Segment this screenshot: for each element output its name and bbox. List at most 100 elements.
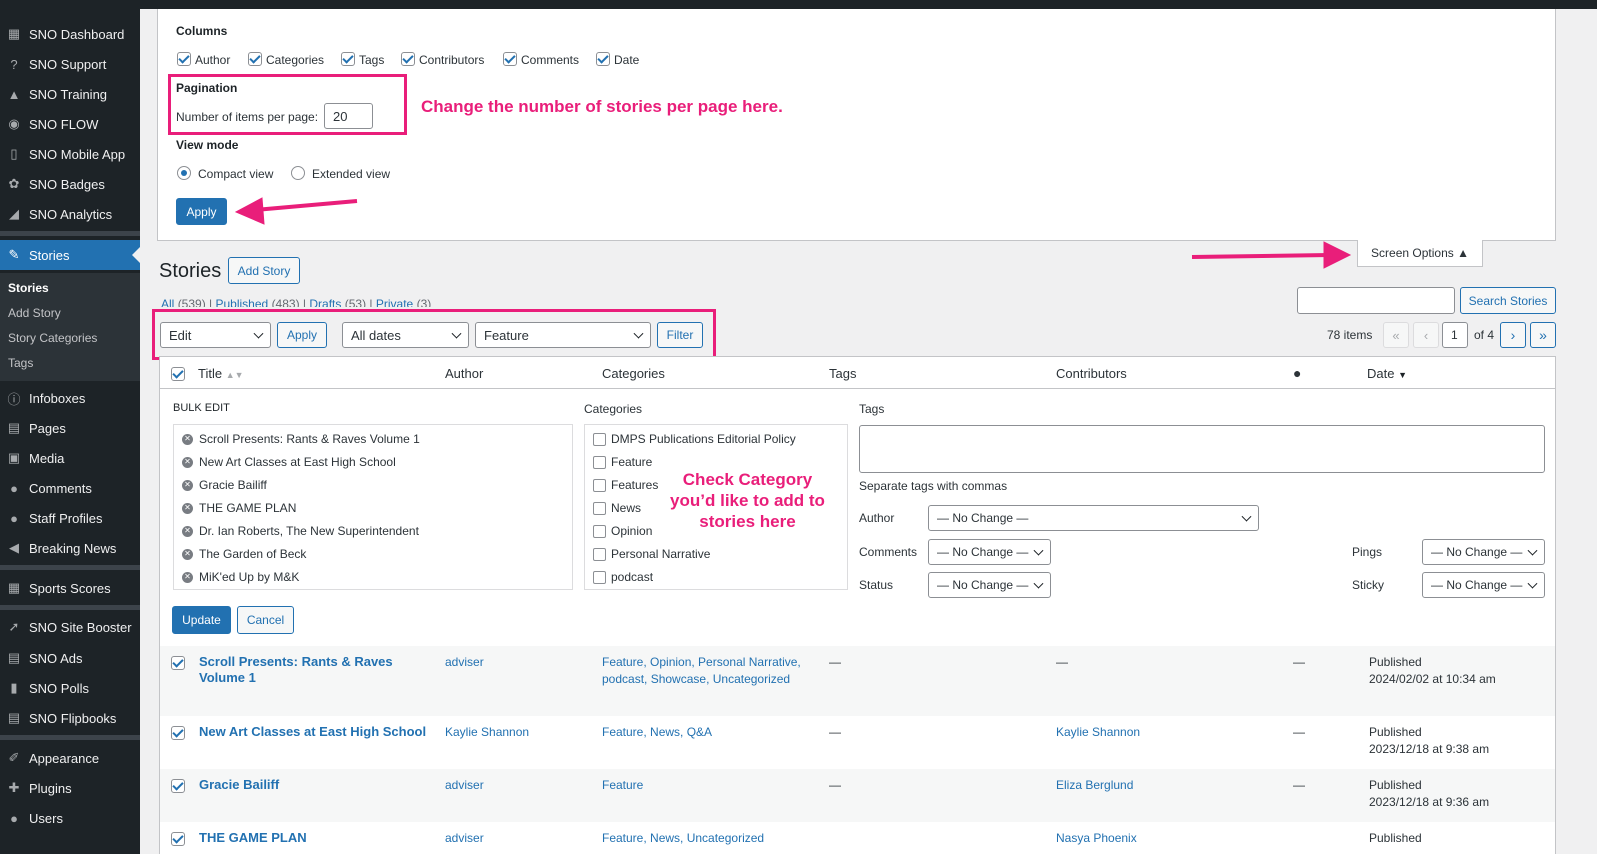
select-all-checkbox[interactable] (171, 367, 185, 381)
category-option[interactable]: Personal Narrative (593, 547, 710, 561)
bulk-edit-heading: BULK EDIT (173, 402, 230, 414)
search-stories-button[interactable]: Search Stories (1460, 287, 1556, 314)
story-contributors[interactable]: Nasya Phoenix (1056, 830, 1137, 847)
category-checkbox[interactable] (593, 570, 606, 584)
bulk-title-item[interactable]: ✕ The Garden of Beck (182, 547, 306, 561)
bulk-update-button[interactable]: Update (172, 606, 231, 634)
filter-drafts[interactable]: Drafts (309, 297, 341, 307)
category-option[interactable]: podcast (593, 570, 653, 584)
bulk-sticky-select[interactable]: — No Change — (1422, 572, 1545, 598)
filter-private[interactable]: Private (376, 297, 413, 307)
category-checkbox[interactable] (593, 524, 606, 538)
bulk-comments-select[interactable]: — No Change — (928, 539, 1051, 565)
category-option[interactable]: Features (593, 478, 658, 492)
bulk-cancel-button[interactable]: Cancel (237, 606, 294, 634)
row-checkbox[interactable] (171, 832, 185, 846)
story-title-link[interactable]: Gracie Bailiff (199, 777, 419, 793)
category-checkbox[interactable] (593, 455, 606, 469)
remove-icon[interactable]: ✕ (182, 433, 193, 445)
last-page-button[interactable]: » (1530, 322, 1556, 348)
row-checkbox[interactable] (171, 656, 185, 670)
next-page-button[interactable]: › (1500, 322, 1526, 348)
story-categories[interactable]: Feature, Opinion, Personal Narrative, po… (602, 654, 812, 688)
col-tags-header: Tags (829, 366, 857, 381)
bulk-titles-list: ✕ Scroll Presents: Rants & Raves Volume 1… (173, 424, 573, 590)
bulk-sticky-label: Sticky (1352, 578, 1385, 592)
category-option[interactable]: News (593, 501, 641, 515)
table-row: New Art Classes at East High School Kayl… (160, 716, 1555, 769)
bulk-pings-label: Pings (1352, 545, 1383, 559)
bulk-tags-textarea[interactable] (859, 425, 1545, 473)
screen-options-toggle[interactable]: Screen Options ▲ (1357, 240, 1483, 267)
story-categories[interactable]: Feature (602, 777, 812, 794)
story-author-link[interactable]: adviser (445, 654, 484, 671)
prev-page-button[interactable]: ‹ (1413, 322, 1439, 348)
category-option[interactable]: Feature (593, 455, 652, 469)
story-categories[interactable]: Feature, News, Uncategorized (602, 830, 812, 847)
bulk-status-select[interactable]: — No Change — (928, 572, 1051, 598)
story-title-link[interactable]: Scroll Presents: Rants & Raves Volume 1 (199, 654, 419, 686)
story-comments: — (1293, 655, 1305, 669)
category-checkbox[interactable] (593, 501, 606, 515)
story-contributors[interactable]: Kaylie Shannon (1056, 724, 1140, 741)
bulk-action-select[interactable]: Edit (160, 322, 271, 348)
col-date-header[interactable]: Date ▼ (1367, 366, 1407, 381)
chevron-down-icon (1033, 578, 1044, 589)
story-status: Published (1369, 778, 1422, 792)
story-contributors: — (1056, 655, 1068, 669)
bulk-apply-button[interactable]: Apply (277, 322, 327, 348)
bulk-title-item[interactable]: ✕ MiK'ed Up by M&K (182, 570, 299, 584)
add-story-button[interactable]: Add Story (228, 257, 300, 284)
row-checkbox[interactable] (171, 779, 185, 793)
category-option[interactable]: Opinion (593, 524, 652, 538)
story-author-link[interactable]: adviser (445, 830, 484, 847)
search-input[interactable] (1297, 287, 1455, 314)
arrow-screen-options-head (1323, 241, 1352, 269)
filter-all[interactable]: All (161, 297, 174, 307)
tags-hint: Separate tags with commas (859, 479, 1008, 493)
filter-published[interactable]: Published (216, 297, 269, 307)
comments-icon[interactable]: ● (1293, 365, 1301, 381)
chevron-down-icon (1241, 511, 1252, 522)
category-option[interactable]: DMPS Publications Editorial Policy (593, 432, 796, 446)
story-date: 2023/12/18 at 9:38 am (1369, 742, 1490, 756)
category-checkbox[interactable] (593, 547, 606, 561)
category-checkbox[interactable] (593, 478, 606, 492)
story-status: Published (1369, 725, 1422, 739)
bulk-pings-select[interactable]: — No Change — (1422, 539, 1545, 565)
first-page-button[interactable]: « (1383, 322, 1409, 348)
bulk-title-item[interactable]: ✕ New Art Classes at East High School (182, 455, 396, 469)
remove-icon[interactable]: ✕ (182, 479, 193, 491)
bulk-title-item[interactable]: ✕ Scroll Presents: Rants & Raves Volume 1 (182, 432, 420, 446)
page-title: Stories (159, 260, 222, 282)
category-filter-select[interactable]: Feature (475, 322, 651, 348)
bulk-title-item[interactable]: ✕ Dr. Ian Roberts, The New Superintendent (182, 524, 419, 538)
story-tags: — (829, 725, 841, 739)
stories-table: Title ▲▼ Author Categories Tags Contribu… (159, 356, 1556, 854)
story-contributors[interactable]: Eliza Berglund (1056, 777, 1133, 794)
remove-icon[interactable]: ✕ (182, 456, 193, 468)
story-author-link[interactable]: adviser (445, 777, 484, 794)
remove-icon[interactable]: ✕ (182, 525, 193, 537)
bulk-title-item[interactable]: ✕ Gracie Bailiff (182, 478, 267, 492)
story-date: 2024/02/02 at 10:34 am (1369, 672, 1496, 686)
sort-desc-icon: ▼ (1398, 370, 1408, 380)
current-page-input[interactable]: 1 (1442, 322, 1468, 348)
bulk-title-item[interactable]: ✕ THE GAME PLAN (182, 501, 296, 515)
remove-icon[interactable]: ✕ (182, 548, 193, 560)
bulk-author-select[interactable]: — No Change — (928, 505, 1259, 531)
story-author-link[interactable]: Kaylie Shannon (445, 724, 529, 741)
chevron-down-icon (1527, 578, 1538, 589)
remove-icon[interactable]: ✕ (182, 502, 193, 514)
table-row: Scroll Presents: Rants & Raves Volume 1 … (160, 646, 1555, 716)
remove-icon[interactable]: ✕ (182, 571, 193, 583)
story-title-link[interactable]: THE GAME PLAN (199, 830, 419, 846)
date-filter-select[interactable]: All dates (342, 322, 469, 348)
story-categories[interactable]: Feature, News, Q&A (602, 724, 812, 741)
row-checkbox[interactable] (171, 726, 185, 740)
col-title-header[interactable]: Title ▲▼ (198, 366, 244, 381)
story-title-link[interactable]: New Art Classes at East High School (199, 724, 439, 740)
category-checkbox[interactable] (593, 432, 606, 446)
bulk-edit-panel: BULK EDIT ✕ Scroll Presents: Rants & Rave… (160, 390, 1555, 645)
filter-button[interactable]: Filter (657, 322, 703, 348)
